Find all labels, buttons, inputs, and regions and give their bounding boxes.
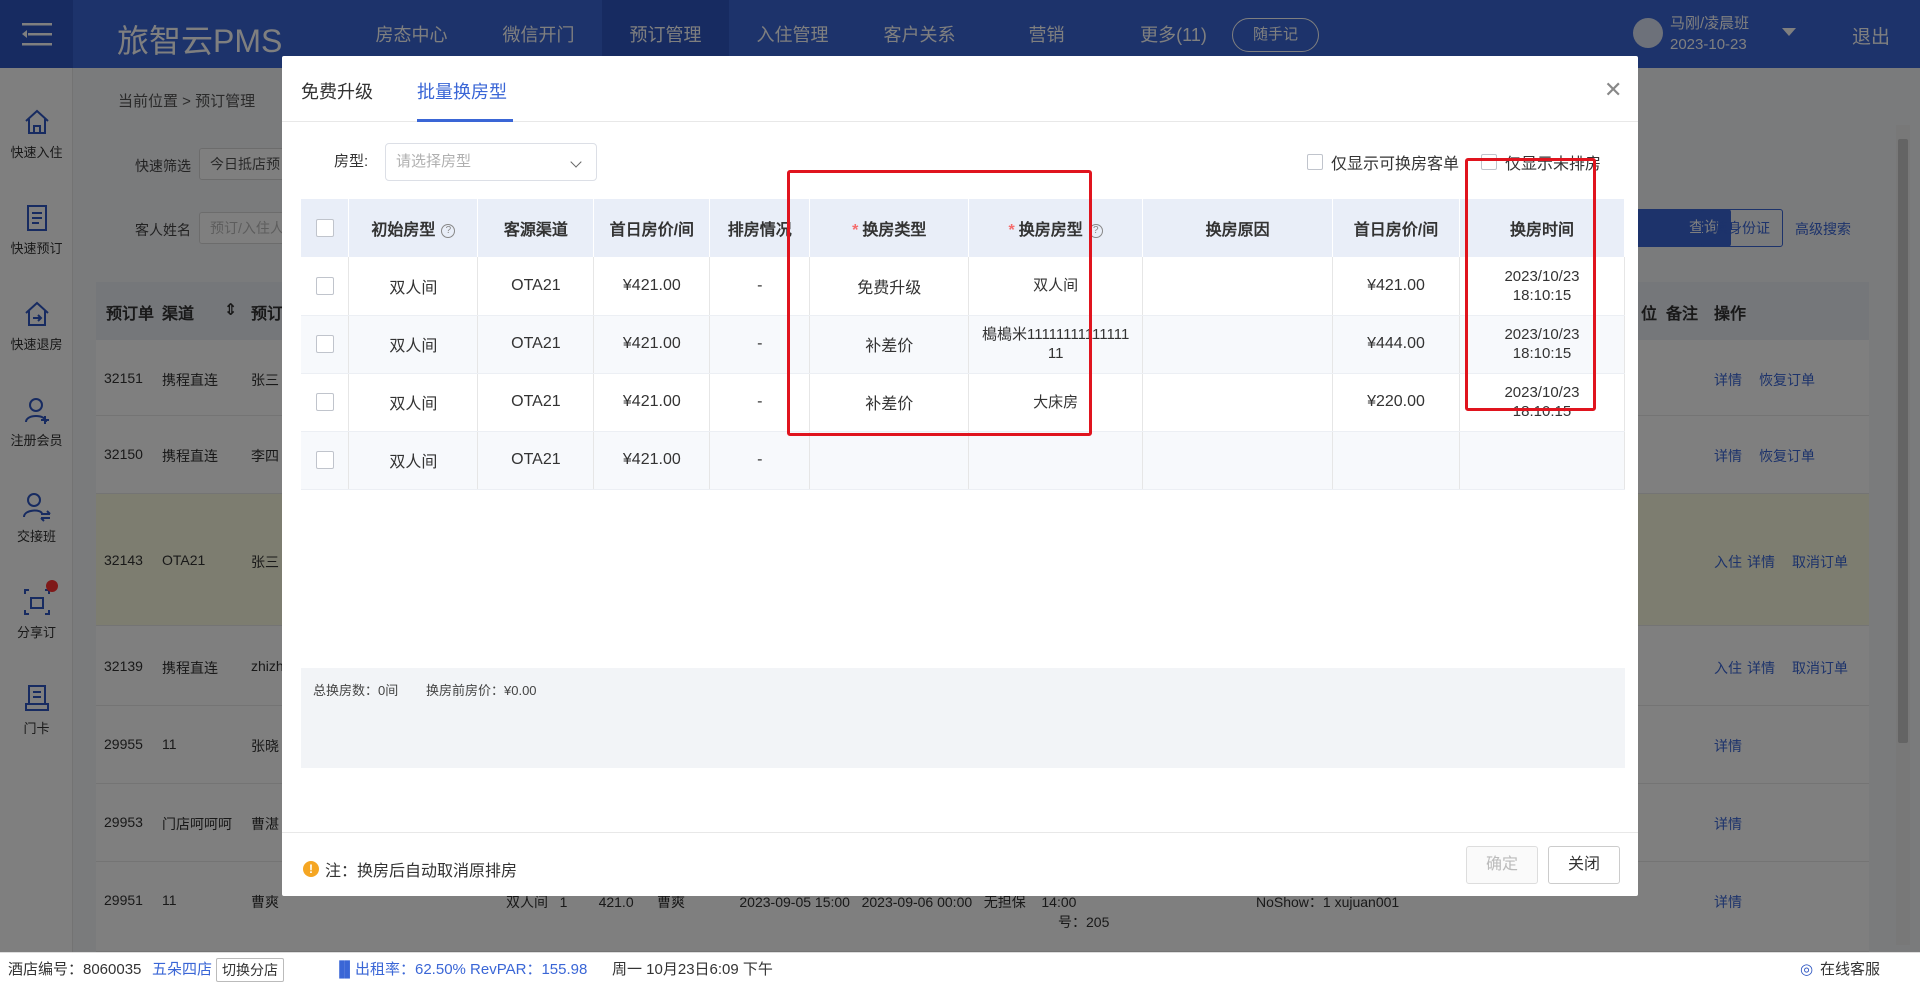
row-select-cell[interactable] (301, 257, 350, 316)
room-type-placeholder: 请选择房型 (396, 153, 472, 170)
notice: ! 注：换房后自动取消原排房 (303, 857, 517, 881)
hotel-name[interactable]: 五朵四店 (152, 953, 212, 986)
initial-room-type: 双人间 (348, 373, 479, 432)
tab-free-upgrade[interactable]: 免费升级 (301, 78, 373, 104)
source-channel: OTA21 (477, 431, 595, 490)
headset-icon: ◎ (1800, 961, 1814, 978)
new-room-type[interactable] (968, 431, 1144, 490)
help-icon[interactable]: ? (441, 223, 456, 238)
room-assignment: - (709, 431, 811, 490)
close-icon[interactable]: ✕ (1604, 77, 1622, 103)
initial-room-type: 双人间 (348, 431, 479, 490)
source-channel: OTA21 (477, 257, 595, 316)
batch-room-change-dialog: 免费升级 批量换房型 ✕ 房型: 请选择房型 仅显示可换房客单 仅显示未排房 初… (282, 56, 1638, 896)
new-first-night-price (1332, 431, 1460, 490)
change-reason[interactable] (1142, 315, 1334, 374)
price-before-change: 换房前房价：¥0.00 (426, 683, 537, 698)
highlight-box-change-type (787, 170, 1092, 436)
change-reason[interactable] (1142, 431, 1334, 490)
close-button[interactable]: 关闭 (1548, 846, 1620, 884)
tab-batch-room-change[interactable]: 批量换房型 (417, 78, 507, 104)
filter-changeable-only-label: 仅显示可换房客单 (1331, 156, 1460, 173)
warning-icon: ! (303, 861, 319, 877)
new-first-night-price: ¥220.00 (1332, 373, 1460, 432)
new-first-night-price: ¥444.00 (1332, 315, 1460, 374)
source-channel: OTA21 (477, 315, 595, 374)
switch-branch-button[interactable]: 切换分店 (216, 958, 284, 982)
occupancy-stats[interactable]: 出租率：62.50% RevPAR：155.98 (355, 953, 587, 986)
row-checkbox[interactable] (315, 450, 334, 469)
select-all-cell[interactable] (301, 199, 350, 257)
column-header: 换房原因 (1142, 199, 1334, 257)
first-night-price: ¥421.00 (593, 373, 711, 432)
total-changes: 总换房数：0间 (313, 683, 399, 698)
divider (282, 832, 1638, 833)
first-night-price: ¥421.00 (593, 315, 711, 374)
select-all-checkbox[interactable] (315, 218, 334, 237)
status-bar: 酒店编号：8060035 五朵四店 切换分店 ▐▌ 出租率：62.50% Rev… (0, 952, 1920, 986)
bar-chart-icon: ▐▌ (334, 961, 356, 978)
initial-room-type: 双人间 (348, 315, 479, 374)
filter-changeable-only-checkbox[interactable]: 仅显示可换房客单 (1307, 150, 1459, 174)
notice-text: 注：换房后自动取消原排房 (325, 863, 518, 880)
column-header: 首日房价/间 (593, 199, 711, 257)
checkbox-box[interactable] (1307, 154, 1323, 170)
first-night-price: ¥421.00 (593, 431, 711, 490)
row-select-cell[interactable] (301, 431, 350, 490)
row-checkbox[interactable] (315, 334, 334, 353)
table-row[interactable]: 双人间 OTA21 ¥421.00- (301, 431, 1626, 490)
change-reason[interactable] (1142, 257, 1334, 316)
column-header: 首日房价/间 (1332, 199, 1460, 257)
first-night-price: ¥421.00 (593, 257, 711, 316)
active-tab-indicator (417, 119, 513, 122)
change-type[interactable] (809, 431, 970, 490)
summary-panel: 总换房数：0间 换房前房价：¥0.00 (301, 668, 1625, 768)
source-channel: OTA21 (477, 373, 595, 432)
change-time (1459, 431, 1626, 490)
initial-room-type: 双人间 (348, 257, 479, 316)
change-reason[interactable] (1142, 373, 1334, 432)
room-type-label: 房型: (334, 153, 369, 170)
confirm-button[interactable]: 确定 (1466, 846, 1538, 884)
column-header: 初始房型? (348, 199, 479, 257)
online-support-link[interactable]: 在线客服 (1820, 953, 1880, 986)
row-checkbox[interactable] (315, 392, 334, 411)
dialog-tabs: 免费升级 批量换房型 ✕ (282, 56, 1638, 122)
row-select-cell[interactable] (301, 315, 350, 374)
datetime: 周一 10月23日6:09 下午 (612, 961, 773, 978)
new-first-night-price: ¥421.00 (1332, 257, 1460, 316)
column-title: 初始房型 (371, 222, 436, 239)
hotel-id: 酒店编号：8060035 (8, 961, 142, 978)
chevron-down-icon (570, 156, 582, 168)
highlight-box-change-time (1465, 158, 1596, 411)
row-select-cell[interactable] (301, 373, 350, 432)
column-header: 客源渠道 (477, 199, 595, 257)
room-type-select[interactable]: 请选择房型 (385, 143, 597, 181)
row-checkbox[interactable] (315, 276, 334, 295)
